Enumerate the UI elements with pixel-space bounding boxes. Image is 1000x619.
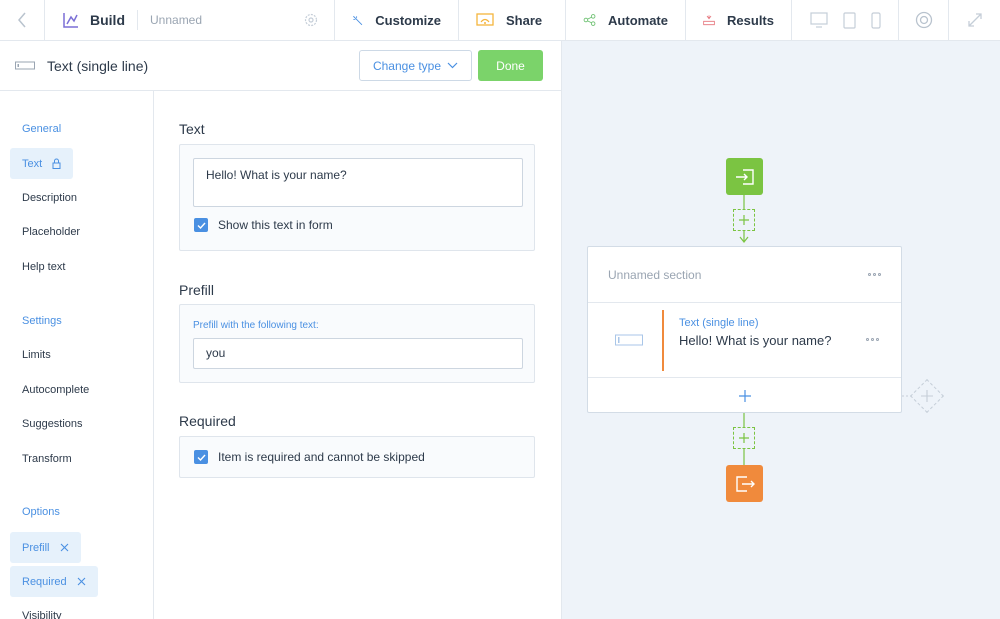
- more-icon[interactable]: [866, 338, 879, 341]
- sidebar-item-text[interactable]: Text: [10, 148, 74, 179]
- build-icon: [63, 13, 78, 28]
- done-button[interactable]: Done: [478, 50, 543, 81]
- checkmark-icon: [197, 222, 206, 229]
- block-type: Text (single line): [679, 317, 759, 329]
- divider: [137, 10, 138, 30]
- tab-results[interactable]: Results: [686, 0, 792, 40]
- gear-icon[interactable]: [304, 13, 318, 27]
- help-button[interactable]: [899, 0, 949, 40]
- text-section-title: Text: [179, 121, 205, 137]
- sidebar-item-required[interactable]: Required: [10, 566, 98, 597]
- block-item[interactable]: Text (single line) Hello! What is your n…: [588, 303, 901, 378]
- desktop-icon[interactable]: [809, 12, 828, 28]
- sidebar-item-prefill[interactable]: Prefill: [10, 532, 81, 563]
- block-text: Hello! What is your name?: [679, 333, 832, 348]
- tab-share[interactable]: Share: [459, 0, 566, 40]
- lock-icon: [52, 158, 61, 169]
- sidebar-item-label: Text: [22, 157, 43, 170]
- results-icon: [703, 15, 715, 26]
- prefill-card: Prefill with the following text: you: [179, 304, 535, 383]
- sidebar-item-visibility[interactable]: Visibility: [22, 610, 62, 619]
- tab-automate-label: Automate: [608, 12, 668, 28]
- sidebar-group-general: General: [22, 123, 62, 135]
- field-type-title: Text (single line): [47, 57, 149, 74]
- section-header: Unnamed section: [588, 247, 901, 303]
- expand-icon: [967, 13, 982, 27]
- tab-customize[interactable]: Customize: [335, 0, 459, 40]
- form-name[interactable]: Unnamed: [150, 13, 304, 27]
- sidebar-item-help-text[interactable]: Help text: [22, 261, 65, 273]
- sidebar-group-settings: Settings: [22, 315, 62, 327]
- required-checkbox[interactable]: Item is required and cannot be skipped: [194, 450, 425, 464]
- start-node[interactable]: [726, 158, 763, 195]
- add-block-in-section[interactable]: [588, 378, 901, 414]
- enter-icon: [735, 168, 754, 185]
- change-type-button[interactable]: Change type: [359, 50, 472, 81]
- sidebar-item-transform[interactable]: Transform: [22, 453, 72, 465]
- tablet-icon[interactable]: [842, 11, 856, 29]
- checkbox-checked[interactable]: [194, 218, 208, 232]
- device-switcher: [792, 0, 899, 40]
- editor-header: Text (single line) Change type Done: [0, 41, 561, 91]
- checkbox-checked[interactable]: [194, 450, 208, 464]
- add-block-button[interactable]: [733, 427, 755, 449]
- show-text-checkbox[interactable]: Show this text in form: [194, 218, 333, 232]
- sidebar-item-suggestions[interactable]: Suggestions: [22, 418, 83, 430]
- close-icon[interactable]: [60, 543, 69, 552]
- build-label: Build: [90, 12, 125, 28]
- required-section-title: Required: [179, 413, 236, 429]
- prefill-input[interactable]: you: [193, 338, 523, 369]
- sidebar-group-options: Options: [22, 506, 60, 518]
- top-bar: Build Unnamed Customize Share Automate R…: [0, 0, 1000, 41]
- sidebar-item-label: Prefill: [22, 541, 50, 554]
- tab-automate[interactable]: Automate: [566, 0, 686, 40]
- sidebar-item-placeholder[interactable]: Placeholder: [22, 226, 80, 238]
- automate-icon: [583, 14, 596, 26]
- back-button[interactable]: [0, 0, 45, 40]
- tab-customize-label: Customize: [375, 12, 441, 28]
- flow-canvas: Unnamed section Text (single line) Hello…: [561, 41, 1000, 619]
- required-card: Item is required and cannot be skipped: [179, 436, 535, 478]
- wand-icon: [353, 15, 363, 25]
- lifebuoy-icon: [915, 11, 932, 29]
- section-name[interactable]: Unnamed section: [608, 268, 701, 282]
- sidebar-item-autocomplete[interactable]: Autocomplete: [22, 384, 89, 396]
- field-editor: Text Hello! What is your name? Show this…: [154, 91, 561, 619]
- close-icon[interactable]: [77, 577, 86, 586]
- text-field-icon: [615, 334, 643, 346]
- text-input[interactable]: Hello! What is your name?: [193, 158, 523, 207]
- prefill-section-title: Prefill: [179, 282, 215, 298]
- plus-icon: [739, 215, 749, 225]
- build-tab[interactable]: Build Unnamed: [45, 0, 335, 40]
- fullscreen-button[interactable]: [949, 0, 1000, 40]
- tab-share-label: Share: [506, 12, 543, 28]
- end-node[interactable]: [726, 465, 763, 502]
- add-block-button[interactable]: [733, 209, 755, 231]
- change-type-label: Change type: [372, 58, 442, 73]
- show-text-label: Show this text in form: [218, 218, 333, 232]
- chevron-down-icon: [447, 62, 458, 69]
- chevron-left-icon: [18, 12, 26, 28]
- required-label: Item is required and cannot be skipped: [218, 450, 425, 464]
- block-accent-bar: [662, 310, 664, 371]
- sidebar-item-label: Required: [22, 575, 67, 588]
- sidebar-item-description[interactable]: Description: [22, 192, 77, 204]
- exit-icon: [735, 475, 755, 492]
- text-card: Hello! What is your name? Show this text…: [179, 144, 535, 251]
- mobile-icon[interactable]: [870, 11, 881, 29]
- tab-results-label: Results: [727, 12, 774, 28]
- plus-icon: [738, 390, 751, 402]
- checkmark-icon: [197, 454, 206, 461]
- more-icon[interactable]: [868, 273, 881, 276]
- section-card[interactable]: Unnamed section Text (single line) Hello…: [587, 246, 902, 413]
- plus-icon: [921, 390, 933, 402]
- prefill-sublabel: Prefill with the following text:: [193, 320, 319, 331]
- sidebar: General Text Description Placeholder Hel…: [0, 91, 154, 619]
- plus-icon: [739, 433, 749, 443]
- text-field-icon: [15, 61, 35, 69]
- sidebar-item-limits[interactable]: Limits: [22, 349, 51, 361]
- share-icon: [476, 12, 494, 26]
